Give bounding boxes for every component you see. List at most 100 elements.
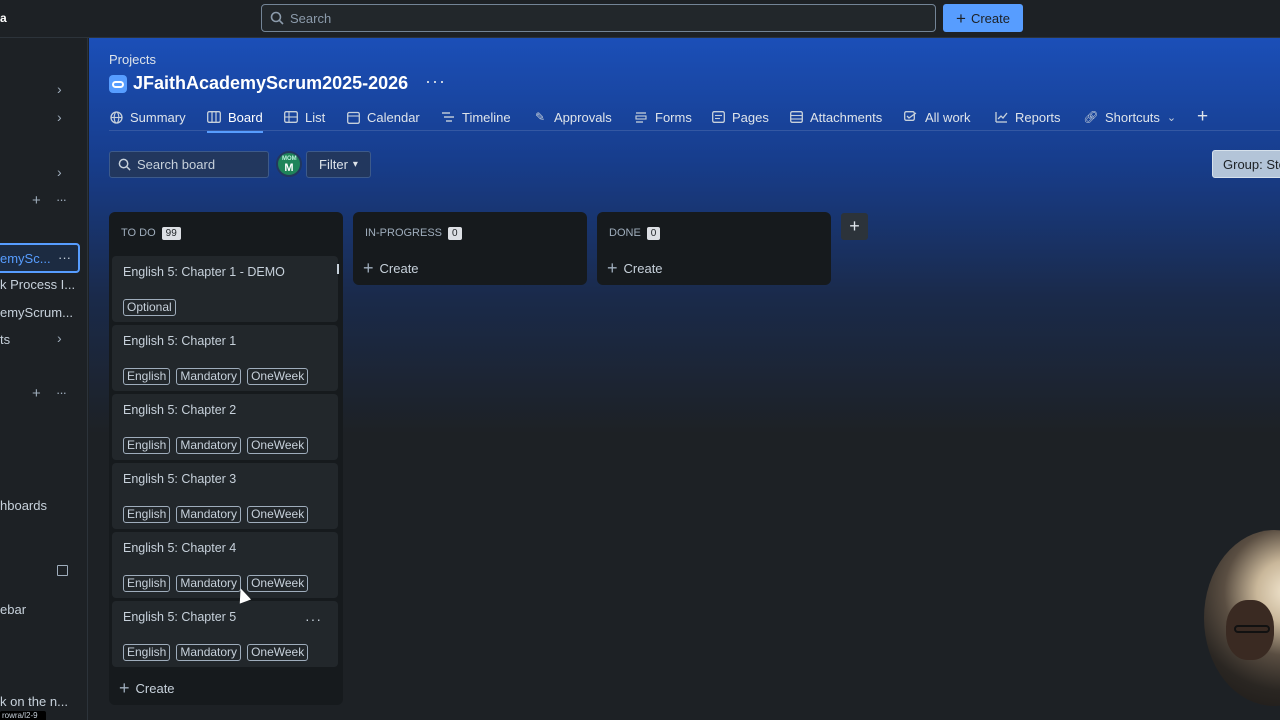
sidebar-item-2[interactable]: › [0, 106, 80, 132]
tab-attachments[interactable]: Attachments [789, 104, 882, 130]
sidebar-section-filters: + ··· [0, 383, 80, 409]
plus-icon[interactable]: + [32, 385, 41, 402]
reports-icon [994, 110, 1008, 124]
create-issue-button[interactable]: + Create [597, 254, 831, 282]
sidebar-item-3[interactable]: › [0, 161, 80, 187]
tab-reports[interactable]: Reports [994, 104, 1061, 130]
breadcrumb[interactable]: Projects [109, 52, 156, 67]
filter-button[interactable]: Filter ▾ [306, 151, 371, 178]
search-board-input[interactable]: Search board [109, 151, 269, 178]
card-label[interactable]: Mandatory [176, 368, 242, 385]
tab-approvals[interactable]: ✎ Approvals [533, 104, 612, 130]
card-3[interactable]: English 5: Chapter 2 English Mandatory O… [112, 394, 338, 460]
column-header[interactable]: IN-PROGRESS 0 [353, 212, 587, 254]
tab-label: All work [925, 109, 971, 125]
create-issue-button[interactable]: + Create [109, 674, 175, 702]
tab-label: Forms [655, 109, 692, 125]
add-column-button[interactable]: + [841, 213, 868, 240]
page-title[interactable]: JFaithAcademyScrum2025-2026 [133, 73, 408, 94]
sidebar-item-active-project[interactable]: emySc... ··· [0, 243, 80, 273]
tab-all-work[interactable]: All work [904, 104, 971, 130]
plus-icon: + [119, 678, 130, 698]
card-label[interactable]: OneWeek [247, 506, 309, 523]
card-5[interactable]: English 5: Chapter 4 English Mandatory O… [112, 532, 338, 598]
group-by-button[interactable]: Group: Sto [1212, 150, 1280, 178]
pages-icon [711, 110, 725, 124]
card-label[interactable]: English [123, 368, 171, 385]
card-label[interactable]: English [123, 506, 171, 523]
plus-icon[interactable]: + [32, 192, 41, 209]
global-search-input[interactable]: Search [261, 4, 936, 32]
tab-label: Pages [732, 109, 769, 125]
more-icon[interactable]: ··· [425, 71, 446, 92]
plus-icon: + [607, 258, 618, 278]
column-name: IN-PROGRESS [365, 227, 443, 239]
card-label[interactable]: English [123, 437, 171, 454]
card-label[interactable]: Optional [123, 299, 176, 316]
card-title: English 5: Chapter 4 [123, 541, 237, 555]
tab-board[interactable]: Board [207, 104, 263, 133]
card-title: English 5: Chapter 3 [123, 472, 237, 486]
create-button[interactable]: + Create [943, 4, 1023, 32]
sidebar-item-dashboards[interactable]: hboards [0, 493, 80, 519]
tab-label: Timeline [462, 109, 511, 125]
column-name: TO DO [121, 227, 156, 239]
column-count-badge: 0 [448, 226, 462, 240]
card-label[interactable]: OneWeek [247, 437, 309, 454]
more-icon[interactable]: ··· [56, 385, 67, 400]
external-link-icon[interactable] [57, 565, 68, 576]
more-icon[interactable]: ··· [58, 250, 71, 265]
card-6[interactable]: English 5: Chapter 5 ··· English Mandato… [112, 601, 338, 667]
more-icon[interactable]: ··· [56, 192, 67, 207]
card-label[interactable]: Mandatory [176, 437, 242, 454]
sidebar-item-process[interactable]: k Process I... [0, 272, 80, 298]
approvals-icon: ✎ [534, 110, 546, 124]
sidebar-item-hide-sidebar[interactable]: ebar [0, 597, 80, 623]
card-4[interactable]: English 5: Chapter 3 English Mandatory O… [112, 463, 338, 529]
tab-list[interactable]: List [284, 104, 325, 130]
card-label[interactable]: Mandatory [176, 644, 242, 661]
create-label: Create [135, 680, 175, 696]
list-icon [284, 110, 298, 124]
sidebar-item-ts[interactable]: ts › [0, 327, 80, 353]
board-icon [207, 110, 221, 124]
card-label[interactable]: OneWeek [247, 368, 309, 385]
column-header[interactable]: TO DO 99 [109, 212, 343, 254]
card-1[interactable]: English 5: Chapter 1 - DEMO Optional [112, 256, 339, 322]
card-label[interactable]: Mandatory [176, 506, 242, 523]
app-logo[interactable]: a [0, 11, 7, 25]
globe-icon [109, 110, 123, 124]
card-label[interactable]: Mandatory [176, 575, 242, 592]
card-label[interactable]: OneWeek [247, 644, 309, 661]
tab-pages[interactable]: Pages [711, 104, 769, 130]
sidebar-bottom-text[interactable]: k on the n... [0, 694, 68, 709]
column-header[interactable]: DONE 0 [597, 212, 831, 254]
tab-label: List [305, 109, 326, 125]
avatar-initial: M [284, 162, 294, 174]
card-labels: Optional [123, 299, 176, 316]
tab-calendar[interactable]: Calendar [346, 104, 420, 130]
plus-icon: + [956, 8, 966, 28]
more-icon[interactable]: ··· [305, 611, 322, 627]
status-url: rowra/l2-9 [0, 711, 46, 720]
tabs-divider [109, 130, 1280, 131]
tab-timeline[interactable]: Timeline [441, 104, 511, 130]
sidebar-item-1[interactable]: › [0, 78, 80, 104]
chevron-right-icon: › [57, 164, 62, 180]
webcam-glasses [1234, 625, 1270, 633]
avatar[interactable]: MOM M [276, 151, 302, 177]
sidebar-section-projects: + ··· [0, 190, 80, 216]
card-label[interactable]: OneWeek [247, 575, 309, 592]
card-2[interactable]: English 5: Chapter 1 English Mandatory O… [112, 325, 338, 391]
card-label[interactable]: English [123, 644, 171, 661]
sidebar-item-scrum[interactable]: emyScrum... [0, 300, 80, 326]
tab-shortcuts[interactable]: 🔗︎ Shortcuts ⌄ [1083, 104, 1176, 130]
sidebar-item-label: emyScrum... [0, 305, 73, 320]
sidebar-item-label: ts [0, 332, 11, 347]
tab-forms[interactable]: Forms [634, 104, 692, 130]
create-issue-button[interactable]: + Create [353, 254, 587, 282]
add-tab-button[interactable]: + [1197, 104, 1208, 130]
card-title: English 5: Chapter 1 [123, 334, 237, 348]
tab-summary[interactable]: Summary [109, 104, 186, 130]
card-label[interactable]: English [123, 575, 171, 592]
